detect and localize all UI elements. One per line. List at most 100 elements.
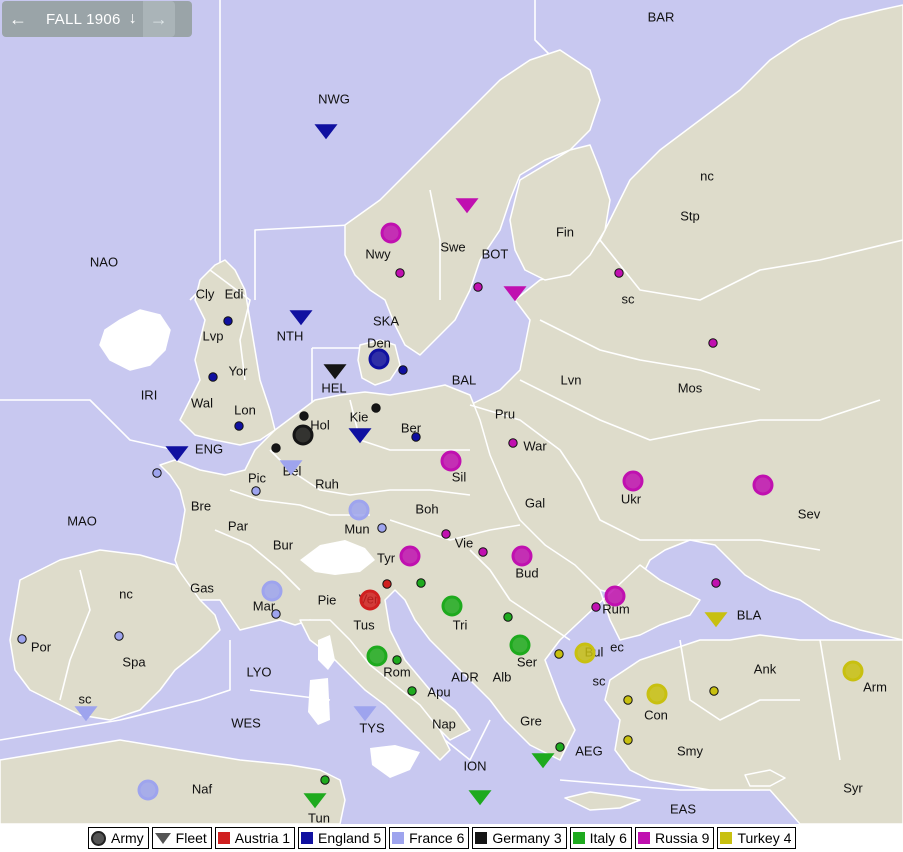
prev-phase-button[interactable]: ← [2,1,34,37]
supply-center-turkey [623,735,633,745]
province-label[interactable]: Gas [190,580,214,595]
province-label[interactable]: Apu [427,684,450,699]
province-label[interactable]: sc [79,691,93,706]
province-label[interactable]: sc [622,291,636,306]
province-label[interactable]: Tri [453,617,468,632]
legend-label: France 6 [409,830,465,846]
province-label[interactable]: Nwy [365,246,391,261]
province-label[interactable]: ENG [195,441,223,456]
province-label[interactable]: Nap [432,716,456,731]
province-label[interactable]: Ukr [621,491,642,506]
province-label[interactable]: Sil [452,469,467,484]
province-label[interactable]: Rom [383,664,410,679]
province-label[interactable]: Bur [273,537,294,552]
province-label[interactable]: BAR [648,9,675,24]
province-label[interactable]: Tun [308,810,330,824]
army-france[interactable] [137,779,159,801]
province-label[interactable]: ION [463,758,486,773]
province-label[interactable]: War [523,438,547,453]
province-label[interactable]: Edi [225,286,244,301]
province-label[interactable]: Tus [353,617,375,632]
province-label[interactable]: BLA [737,607,762,622]
province-label[interactable]: Spa [122,654,146,669]
army-france[interactable] [261,580,283,602]
army-italy[interactable] [441,595,463,617]
province-label[interactable]: nc [700,168,714,183]
province-label[interactable]: ADR [451,669,478,684]
army-italy[interactable] [509,634,531,656]
province-label[interactable]: BOT [482,246,509,261]
province-label[interactable]: LYO [246,664,271,679]
province-label[interactable]: ec [610,639,624,654]
province-label[interactable]: Lon [234,402,256,417]
province-label[interactable]: Den [367,335,391,350]
province-label[interactable]: Lvp [203,328,224,343]
province-label[interactable]: NWG [318,91,350,106]
province-label[interactable]: Bre [191,498,211,513]
province-label[interactable]: Wal [191,395,213,410]
province-label[interactable]: Vie [455,535,474,550]
province-label[interactable]: EAS [670,801,696,816]
province-label[interactable]: Stp [680,208,700,223]
province-label[interactable]: Bud [515,565,538,580]
province-label[interactable]: Gal [525,495,545,510]
province-label[interactable]: Cly [196,286,215,301]
province-label[interactable]: MAO [67,513,97,528]
province-label[interactable]: Par [228,518,249,533]
province-label[interactable]: Tyr [377,550,396,565]
army-russia[interactable] [752,474,774,496]
province-label[interactable]: Mos [678,380,703,395]
province-label[interactable]: Smy [677,743,704,758]
province-label[interactable]: Por [31,639,52,654]
army-germany[interactable] [292,424,314,446]
army-turkey[interactable] [842,660,864,682]
province-label[interactable]: Swe [440,239,465,254]
province-label[interactable]: Con [644,707,668,722]
province-label[interactable]: TYS [359,720,385,735]
supply-center-france [271,609,281,619]
army-russia[interactable] [440,450,462,472]
province-label[interactable]: Gre [520,713,542,728]
province-label[interactable]: Ruh [315,476,339,491]
army-russia[interactable] [380,222,402,244]
army-italy[interactable] [366,645,388,667]
phase-select-button[interactable]: ↓ [123,10,143,28]
army-turkey[interactable] [646,683,668,705]
province-label[interactable]: Syr [843,780,863,795]
province-label[interactable]: NAO [90,254,118,269]
army-austria[interactable] [359,589,381,611]
province-label[interactable]: Fin [556,224,574,239]
province-label[interactable]: WES [231,715,261,730]
province-label[interactable]: Boh [415,501,438,516]
army-russia[interactable] [604,585,626,607]
province-label[interactable]: Yor [228,363,248,378]
province-label[interactable]: Sev [798,506,821,521]
province-label[interactable]: Pic [248,470,267,485]
province-label[interactable]: Mun [344,521,369,536]
province-label[interactable]: Pru [495,406,515,421]
province-label[interactable]: BAL [452,372,477,387]
next-phase-button[interactable]: → [142,1,175,37]
army-russia[interactable] [511,545,533,567]
province-label[interactable]: Arm [863,679,887,694]
army-russia[interactable] [399,545,421,567]
province-label[interactable]: IRI [141,387,158,402]
province-label[interactable]: nc [119,586,133,601]
army-england[interactable] [368,348,390,370]
province-label[interactable]: SKA [373,313,399,328]
province-label[interactable]: Ank [754,661,777,676]
province-label[interactable]: Naf [192,781,213,796]
province-label[interactable]: Hol [310,417,330,432]
province-label[interactable]: NTH [277,328,304,343]
province-label[interactable]: sc [593,673,607,688]
army-france[interactable] [348,499,370,521]
province-label[interactable]: HEL [321,380,346,395]
province-label[interactable]: AEG [575,743,602,758]
province-label[interactable]: Kie [350,409,369,424]
army-turkey[interactable] [574,642,596,664]
province-label[interactable]: Alb [493,669,512,684]
army-russia[interactable] [622,470,644,492]
province-label[interactable]: Ser [517,654,538,669]
province-label[interactable]: Pie [318,592,337,607]
province-label[interactable]: Lvn [561,372,582,387]
